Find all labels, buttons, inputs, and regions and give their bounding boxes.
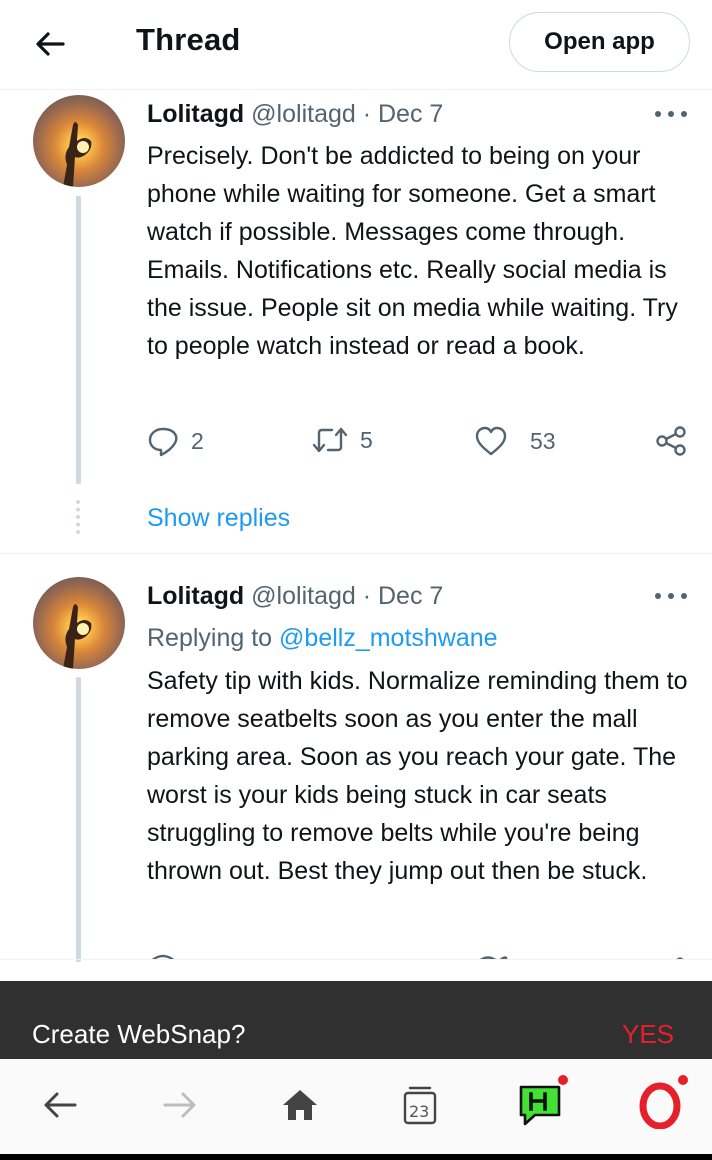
- more-options-icon[interactable]: [655, 590, 687, 602]
- snackbar-yes-button[interactable]: YES: [622, 1019, 674, 1050]
- system-nav-bar: [0, 1154, 712, 1160]
- snackbar-message: Create WebSnap?: [32, 1019, 246, 1049]
- thread-dotted-line: [76, 500, 80, 534]
- show-replies-link[interactable]: Show replies: [147, 504, 290, 533]
- opera-menu-button[interactable]: [630, 1073, 690, 1135]
- divider: [0, 553, 712, 554]
- author-handle[interactable]: @lolitagd: [251, 582, 356, 610]
- tweet-meta: Lolitagd @lolitagd · Dec 7: [147, 100, 443, 129]
- browser-back-button[interactable]: [30, 1075, 90, 1135]
- tweet-text: Safety tip with kids. Normalize remindin…: [147, 667, 688, 885]
- retweet-icon: [312, 427, 348, 453]
- reply-icon: [148, 427, 178, 457]
- forward-arrow-icon: [163, 1092, 196, 1118]
- notification-dot: [676, 1073, 690, 1087]
- page-title: Thread: [136, 22, 241, 57]
- like-count: 53: [530, 427, 556, 454]
- tweet-meta: Lolitagd @lolitagd · Dec 7: [147, 582, 443, 611]
- header-bar: Thread Open app: [0, 0, 712, 90]
- author-name[interactable]: Lolitagd: [147, 582, 244, 610]
- author-name[interactable]: Lolitagd: [147, 100, 244, 128]
- back-arrow-icon: [44, 1092, 77, 1118]
- hype-icon: [519, 1085, 561, 1126]
- like-button[interactable]: 53: [474, 425, 556, 457]
- more-options-icon[interactable]: [655, 108, 687, 120]
- share-button[interactable]: [655, 425, 687, 457]
- mention-link[interactable]: @bellz_motshwane: [279, 624, 498, 652]
- avatar[interactable]: [33, 95, 125, 187]
- share-icon: [656, 426, 686, 456]
- tabs-button[interactable]: 23: [390, 1075, 450, 1135]
- home-button[interactable]: [270, 1075, 330, 1135]
- tweet-actions: 2 5 53: [0, 425, 712, 465]
- heart-icon: [475, 426, 507, 456]
- retweet-count: 5: [360, 426, 373, 453]
- divider: [0, 959, 712, 960]
- thread-line: [76, 677, 81, 962]
- notification-dot: [556, 1073, 570, 1087]
- browser-bottom-nav: 23: [0, 1059, 712, 1154]
- author-handle[interactable]: @lolitagd: [251, 100, 356, 128]
- tweet-date[interactable]: Dec 7: [378, 100, 443, 128]
- home-icon: [283, 1090, 317, 1120]
- websnap-snackbar: Create WebSnap? YES: [0, 981, 712, 1059]
- reply-count: 2: [191, 427, 204, 454]
- browser-forward-button[interactable]: [150, 1075, 210, 1135]
- replying-prefix: Replying to: [147, 624, 280, 652]
- back-arrow-icon[interactable]: [30, 24, 70, 64]
- tab-count: 23: [409, 1102, 430, 1121]
- open-app-button[interactable]: Open app: [509, 12, 690, 72]
- hype-button[interactable]: [510, 1073, 570, 1135]
- tweet-text: Precisely. Don't be addicted to being on…: [147, 142, 678, 360]
- reply-button[interactable]: 2: [147, 425, 204, 457]
- opera-icon: [639, 1082, 681, 1129]
- separator-dot: ·: [355, 582, 378, 610]
- replying-to: Replying to @bellz_motshwane: [147, 624, 498, 653]
- retweet-button[interactable]: 5: [312, 425, 373, 455]
- tweet-date[interactable]: Dec 7: [378, 582, 443, 610]
- separator-dot: ·: [355, 100, 378, 128]
- avatar[interactable]: [33, 577, 125, 669]
